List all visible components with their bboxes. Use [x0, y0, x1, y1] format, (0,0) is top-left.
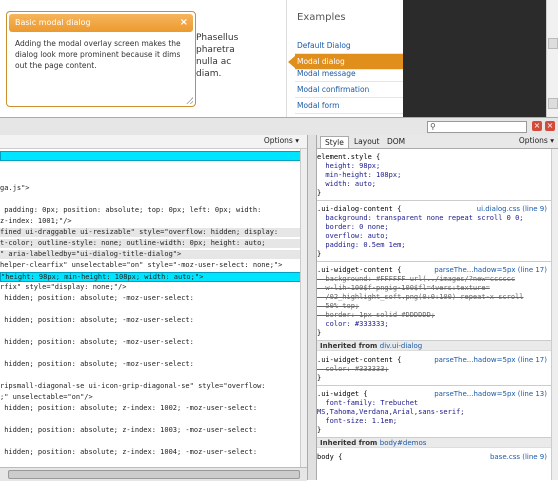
html-source-line[interactable] [0, 349, 300, 358]
rule-close: } [317, 426, 322, 434]
dialog-titlebar[interactable]: Basic modal dialog × [9, 14, 193, 32]
css-property[interactable]: width: auto; [317, 180, 551, 189]
html-panel: Options ▾ ga.js"> padding: 0px; position… [0, 135, 308, 481]
css-property[interactable]: color: #333333; [317, 320, 551, 329]
style-panel: Style Layout DOM Options ▾ element.style… [317, 135, 558, 480]
html-source-line[interactable]: padding: 0px; position: absolute; top: 0… [0, 206, 300, 215]
html-source-line[interactable]: ga.js"> [0, 184, 300, 193]
rule-close: } [317, 189, 322, 197]
rule-source-link[interactable]: base.css (line 9) [490, 453, 547, 461]
tab-dom[interactable]: DOM [383, 136, 409, 147]
html-source-line[interactable] [0, 371, 300, 380]
html-source-line[interactable]: hidden; position: absolute; -moz-user-se… [0, 316, 300, 325]
css-property-overridden[interactable]: w-lih-100$f-pngig-100$fl=4vers:texture= [317, 284, 551, 293]
html-source-line[interactable]: hidden; position: absolute; -moz-user-se… [0, 294, 300, 303]
html-source-line[interactable]: rfix" style="display: none;"/> [0, 283, 300, 292]
html-panel-header: Options ▾ [0, 135, 307, 149]
html-source-line[interactable]: z-index: 1001;"/> [0, 217, 300, 226]
css-property[interactable]: padding: 0.5em 1em; [317, 241, 551, 250]
modal-dialog[interactable]: Basic modal dialog × Adding the modal ov… [6, 11, 196, 107]
resize-grip-icon[interactable] [186, 97, 193, 104]
dialog-content: Adding the modal overlay screen makes th… [15, 39, 181, 70]
examples-heading: Examples [297, 12, 346, 23]
css-property[interactable]: font-family: Trebuchet [317, 399, 551, 408]
html-source-line[interactable] [0, 173, 300, 182]
search-input[interactable]: ⚲ [427, 121, 527, 133]
html-source-line[interactable]: ripsmall-diagonal-se ui-icon-grip-diagon… [0, 382, 300, 391]
dialog-title: Basic modal dialog [15, 18, 91, 27]
html-source-line[interactable]: ;" unselectable="on"/> [0, 393, 300, 402]
html-source-line[interactable]: fined ui-draggable ui-resizable" style="… [0, 228, 300, 237]
tab-style[interactable]: Style [320, 136, 349, 148]
html-source-line[interactable]: helper-clearfix" unselectable="on" style… [0, 261, 300, 270]
css-property[interactable]: background: transparent none repeat scro… [317, 214, 551, 223]
css-property[interactable]: height: 98px; [317, 162, 551, 171]
html-source-line[interactable]: "height: 98px; min-height: 108px; width:… [0, 272, 300, 282]
rule-source-link[interactable]: parseThe...hadow=5px (line 17) [434, 266, 547, 274]
html-source-line[interactable] [0, 437, 300, 446]
css-property[interactable]: font-size: 1.1em; [317, 417, 551, 426]
rule-source-link[interactable]: parseThe...hadow=5px (line 13) [434, 390, 547, 398]
html-horizontal-scrollbar[interactable] [0, 467, 307, 481]
html-source-line[interactable] [0, 305, 300, 314]
panel-splitter[interactable] [307, 135, 317, 480]
html-source-line[interactable] [0, 151, 300, 161]
css-property-overridden[interactable]: background: #FFFFFF url(../images/?new=c… [317, 275, 551, 284]
css-property-overridden[interactable]: color: #333333; [317, 365, 551, 374]
html-source-line[interactable] [0, 195, 300, 204]
html-source-line[interactable]: hidden; position: absolute; z-index: 100… [0, 404, 300, 413]
page-scrollbar[interactable] [546, 0, 558, 117]
html-source-line[interactable]: hidden; position: absolute; z-index: 100… [0, 448, 300, 457]
scroll-thumb[interactable] [8, 470, 300, 479]
html-source-line[interactable]: " aria-labelledby="ui-dialog-title-dialo… [0, 250, 300, 259]
css-property-overridden[interactable]: /02_highlight_soft.png(0:0:100) repeat-x… [317, 293, 551, 302]
html-source-line[interactable]: hidden; position: absolute; -moz-user-se… [0, 338, 300, 347]
css-property[interactable]: border: 0 none; [317, 223, 551, 232]
css-property[interactable]: overflow: auto; [317, 232, 551, 241]
html-source-line[interactable] [0, 327, 300, 336]
html-source-line[interactable]: hidden; position: absolute; -moz-user-se… [0, 360, 300, 369]
close-icon[interactable]: × [545, 121, 555, 131]
example-modal-confirmation[interactable]: Modal confirmation [295, 82, 403, 98]
minimize-icon[interactable]: × [532, 121, 542, 131]
html-options-menu[interactable]: Options ▾ [264, 136, 299, 145]
browser-viewport: Phasellus pharetra nulla ac diam. Quisqu… [0, 0, 558, 117]
style-tabs: Style Layout DOM Options ▾ [317, 135, 558, 149]
tab-layout[interactable]: Layout [350, 136, 384, 147]
rule-close: } [317, 374, 322, 382]
example-modal-form[interactable]: Modal form [295, 98, 403, 114]
html-source-line[interactable] [0, 162, 300, 171]
rule-selector: element.style { [317, 153, 381, 161]
css-property[interactable]: MS,Tahoma,Verdana,Arial,sans-serif; [317, 408, 551, 417]
search-icon: ⚲ [430, 122, 436, 131]
html-source-line[interactable]: hidden; position: absolute; z-index: 100… [0, 426, 300, 435]
rule-close: } [317, 250, 322, 258]
examples-sidebar: Examples Default Dialog Modal dialog Mod… [286, 0, 403, 117]
rule-close: } [317, 329, 322, 337]
close-icon[interactable]: × [180, 14, 188, 32]
inherited-link[interactable]: body#demos [380, 439, 427, 447]
html-source-line[interactable]: t-color; outline-style: none; outline-wi… [0, 239, 300, 248]
firebug-toolbar: ⚲ × × [0, 117, 558, 136]
css-rules[interactable]: element.style { height: 98px; min-height… [317, 149, 551, 480]
style-options-menu[interactable]: Options ▾ [519, 136, 554, 145]
page-paragraph: Phasellus pharetra nulla ac diam. Quisqu… [196, 33, 239, 79]
style-vertical-scrollbar[interactable] [551, 149, 558, 480]
css-property[interactable]: min-height: 108px; [317, 171, 551, 180]
rule-source-link[interactable]: parseThe...hadow=5px (line 17) [434, 356, 547, 364]
html-source-line[interactable] [0, 415, 300, 424]
inherited-header: Inherited from div.ui-dialog [317, 340, 551, 351]
css-property-overridden[interactable]: border: 1px solid #DDDDDD; [317, 311, 551, 320]
example-default-dialog[interactable]: Default Dialog [295, 38, 403, 54]
inherited-header: Inherited from body#demos [317, 437, 551, 448]
rule-source-link[interactable]: ui.dialog.css (line 9) [477, 205, 547, 213]
html-source-view[interactable]: ga.js"> padding: 0px; position: absolute… [0, 149, 300, 467]
inherited-link[interactable]: div.ui-dialog [380, 342, 422, 350]
css-property-overridden[interactable]: 50% top; [317, 302, 551, 311]
example-modal-message[interactable]: Modal message [295, 66, 403, 82]
